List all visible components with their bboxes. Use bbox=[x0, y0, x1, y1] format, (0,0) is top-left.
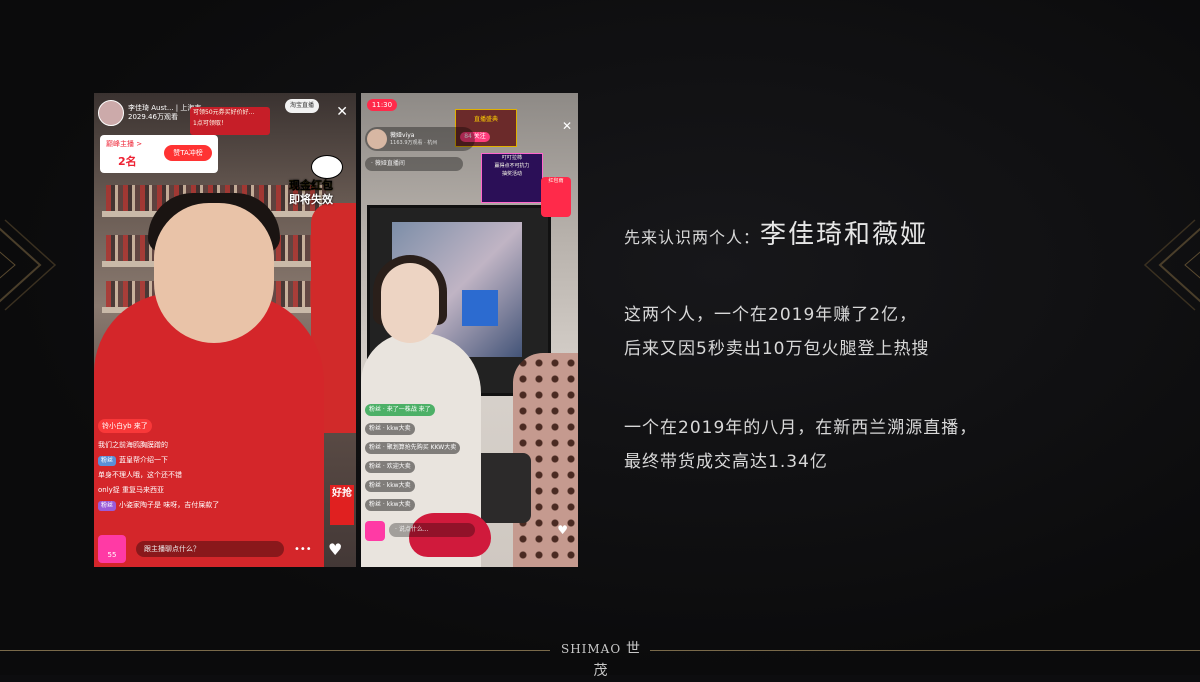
promo-line: 抽奖活动 bbox=[501, 171, 522, 177]
bottom-bar: 55 跟主播聊点什么？ ••• ♥ bbox=[94, 533, 356, 567]
notice-line: 1点可领取！ bbox=[193, 120, 227, 127]
rank-card[interactable]: 巅峰主播 > 2名 赞TA冲榜 bbox=[100, 135, 218, 173]
avatar[interactable] bbox=[367, 129, 387, 149]
host-views: 1163.9万观看 · 杭州 bbox=[390, 140, 438, 146]
comment-list: 粉丝 · 来了一株战 来了 粉丝 · kkw大卖 粉丝 · 聚划算抢先购买 KK… bbox=[365, 403, 485, 517]
intro-heading: 先来认识两个人：李佳琦和薇娅 bbox=[624, 214, 1144, 251]
more-icon[interactable]: ••• bbox=[294, 544, 312, 555]
footer-divider-right bbox=[650, 650, 1200, 651]
footer-divider-left bbox=[0, 650, 550, 651]
red-packet-badge[interactable]: 现金红包 即将失效 bbox=[287, 155, 349, 209]
left-chevron-decoration bbox=[0, 219, 57, 311]
para-line: 一个在2019年的八月，在新西兰溯源直播， bbox=[624, 418, 978, 438]
status-time: 11:30 bbox=[367, 99, 397, 111]
rank-title: 巅峰主播 > bbox=[106, 140, 143, 148]
comment-text: 我们之前海鸥胸膜蹭的 bbox=[98, 441, 168, 449]
coupon-badge[interactable]: 红包雨 bbox=[541, 177, 571, 217]
promo-line: 叮叮拉柿 bbox=[501, 155, 522, 161]
paragraph-lijiaqi: 这两个人，一个在2019年赚了2亿， 后来又因5秒卖出10万包火腿登上热搜 bbox=[624, 298, 929, 366]
notice-line: 可领50元券买好价好... bbox=[193, 109, 255, 116]
host-header[interactable]: 李佳琦 Aust... | 上海市 2029.46万观看 bbox=[98, 99, 201, 127]
list-item: 粉丝 · 来了一株战 来了 bbox=[365, 404, 435, 416]
chat-input[interactable]: · 说点什么... bbox=[389, 523, 475, 537]
list-item: 粉丝 · kkw大卖 bbox=[365, 480, 415, 492]
host-name: 李佳琦 Aust... bbox=[128, 104, 174, 112]
banner-text: 直播盛典 bbox=[473, 116, 498, 123]
heart-icon[interactable]: ♥ bbox=[557, 523, 568, 537]
avatar[interactable] bbox=[98, 100, 124, 126]
fan-badge: 粉丝 bbox=[98, 456, 117, 466]
comment-text: only捉 重复马来西亚 bbox=[98, 486, 165, 494]
tv-logo-card bbox=[462, 290, 498, 326]
brand-latin: SHIMAO bbox=[560, 642, 622, 656]
notice-banner[interactable]: 可领50元券买好价好... 1点可领取！ bbox=[190, 107, 270, 135]
list-item: 粉丝 · kkw大卖 bbox=[365, 499, 415, 511]
follow-button[interactable]: 淘宝直播 bbox=[285, 99, 319, 113]
comment-list: 铃小白yb 来了 我们之前海鸥胸膜蹭的 粉丝 蓝皇帮介绍一下 单身不理人哦，这个还… bbox=[98, 419, 298, 513]
close-icon[interactable]: ✕ bbox=[562, 119, 572, 133]
para-line: 这两个人，一个在2019年赚了2亿， bbox=[624, 305, 918, 325]
list-item: 粉丝 蓝皇帮介绍一下 bbox=[98, 453, 298, 467]
list-item: 粉丝 · kkw大卖 bbox=[365, 423, 415, 435]
intro-prefix: 先来认识两个人： bbox=[624, 228, 761, 247]
sale-tag[interactable]: 好抢 bbox=[330, 485, 354, 525]
brand-logo: SHIMAO 世茂 bbox=[556, 638, 646, 679]
list-item: 粉丝 小姿家陶子是 味呀，吉付屎款了 bbox=[98, 498, 298, 512]
intro-names: 李佳琦和薇娅 bbox=[760, 220, 929, 250]
host-face bbox=[381, 263, 439, 343]
livestream-screenshot-lijiaqi: 李佳琦 Aust... | 上海市 2029.46万观看 可领50元券买好价好.… bbox=[94, 93, 356, 567]
comment-text: 蓝皇帮介绍一下 bbox=[119, 456, 169, 464]
fan-badge: 粉丝 bbox=[98, 501, 117, 511]
host-header[interactable]: 薇娅viya 1163.9万观看 · 杭州 bbox=[365, 127, 475, 151]
close-icon[interactable]: ✕ bbox=[336, 105, 348, 119]
list-item: only捉 重复马来西亚 bbox=[98, 483, 298, 497]
promo-line: 赢得点不可抗力 bbox=[494, 163, 530, 169]
list-item: 单身不理人哦，这个还不错 bbox=[98, 468, 298, 482]
comment-text: 铃小白yb 来了 bbox=[102, 422, 148, 430]
rank-boost-button[interactable]: 赞TA冲榜 bbox=[164, 145, 212, 161]
rank-value: 2名 bbox=[118, 155, 137, 168]
list-item: 粉丝 · 聚划算抢先购买 KKW大卖 bbox=[365, 442, 461, 454]
para-line: 后来又因5秒卖出10万包火腿登上热搜 bbox=[624, 339, 930, 359]
badge-icon bbox=[311, 155, 343, 179]
host-face bbox=[154, 203, 274, 343]
list-item: 粉丝 · 欢迎大卖 bbox=[365, 461, 415, 473]
coupon-text: 红包雨 bbox=[548, 178, 564, 184]
list-item: 我们之前海鸥胸膜蹭的 bbox=[98, 438, 298, 452]
shopping-bag-icon[interactable]: 55 bbox=[98, 535, 126, 563]
livestream-screenshot-viya: 11:30 直播盛典 84 关注 薇娅viya 1163.9万观看 · 杭州 ✕… bbox=[361, 93, 578, 567]
heart-icon[interactable]: ♥ bbox=[328, 540, 342, 559]
paragraph-viya: 一个在2019年的八月，在新西兰溯源直播， 最终带货成交高达1.34亿 bbox=[624, 411, 977, 479]
host-name: 薇娅viya bbox=[390, 132, 415, 139]
promo-card[interactable]: 叮叮拉柿 赢得点不可抗力 抽奖活动 bbox=[481, 153, 543, 203]
chat-input[interactable]: 跟主播聊点什么？ bbox=[136, 541, 284, 557]
slide-text: 先来认识两个人：李佳琦和薇娅 这两个人，一个在2019年赚了2亿， 后来又因5秒… bbox=[624, 214, 1144, 472]
comment-text: 小姿家陶子是 味呀，吉付屎款了 bbox=[119, 501, 220, 509]
list-item: 铃小白yb 来了 bbox=[98, 419, 152, 433]
badge-line2: 即将失效 bbox=[289, 193, 333, 206]
para-line: 最终带货成交高达1.34亿 bbox=[624, 452, 828, 472]
comment-text: 单身不理人哦，这个还不错 bbox=[98, 471, 182, 479]
room-tag[interactable]: · 薇娅直播间 bbox=[365, 157, 463, 171]
shopping-bag-icon[interactable] bbox=[365, 521, 385, 541]
